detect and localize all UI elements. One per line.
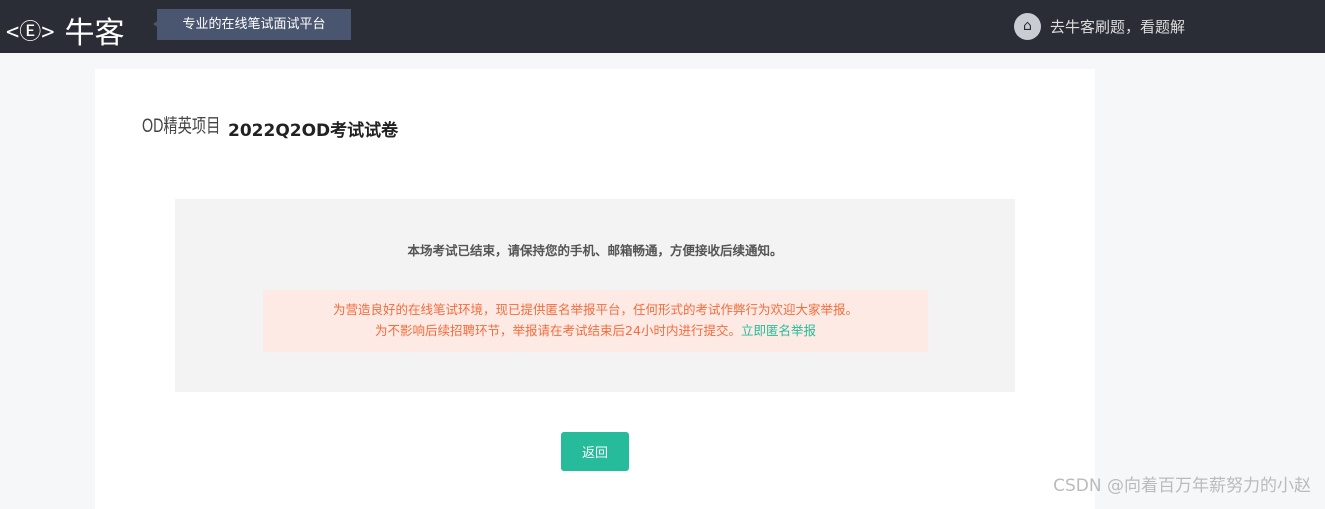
watermark: CSDN @向着百万年薪努力的小赵 — [1053, 476, 1311, 496]
report-link[interactable]: 立即匿名举报 — [741, 323, 816, 338]
project-label: OD精英项目 — [142, 116, 221, 137]
logo-icon: <Ⓔ> — [6, 20, 55, 45]
slogan: 专业的在线笔试面试平台 — [153, 9, 351, 40]
logo-text: 牛客 — [64, 16, 125, 51]
home-link-label: 去牛客刷题，看题解 — [1050, 18, 1186, 36]
home-icon: ⌂ — [1014, 13, 1041, 40]
ended-message: 本场考试已结束，请保持您的手机、邮箱畅通，方便接收后续通知。 — [407, 243, 783, 258]
notice-line-2: 为不影响后续招聘环节，举报请在考试结束后24小时内进行提交。 — [375, 323, 741, 338]
exam-card: OD精英项目 2022Q2OD考试试卷 本场考试已结束，请保持您的手机、邮箱畅通… — [95, 69, 1095, 509]
logo[interactable]: <Ⓔ> 牛客 — [6, 8, 125, 52]
report-notice: 为营造良好的在线笔试环境，现已提供匿名举报平台，任何形式的考试作弊行为欢迎大家举… — [263, 290, 928, 352]
back-button[interactable]: 返回 — [561, 432, 629, 471]
exam-status-box: 本场考试已结束，请保持您的手机、邮箱畅通，方便接收后续通知。 为营造良好的在线笔… — [175, 199, 1015, 392]
notice-line-1: 为营造良好的在线笔试环境，现已提供匿名举报平台，任何形式的考试作弊行为欢迎大家举… — [332, 302, 858, 317]
top-bar: <Ⓔ> 牛客 专业的在线笔试面试平台 ⌂ 去牛客刷题，看题解 — [0, 0, 1325, 53]
home-link[interactable]: ⌂ 去牛客刷题，看题解 — [1014, 13, 1185, 40]
exam-title: 2022Q2OD考试试卷 — [228, 121, 399, 141]
